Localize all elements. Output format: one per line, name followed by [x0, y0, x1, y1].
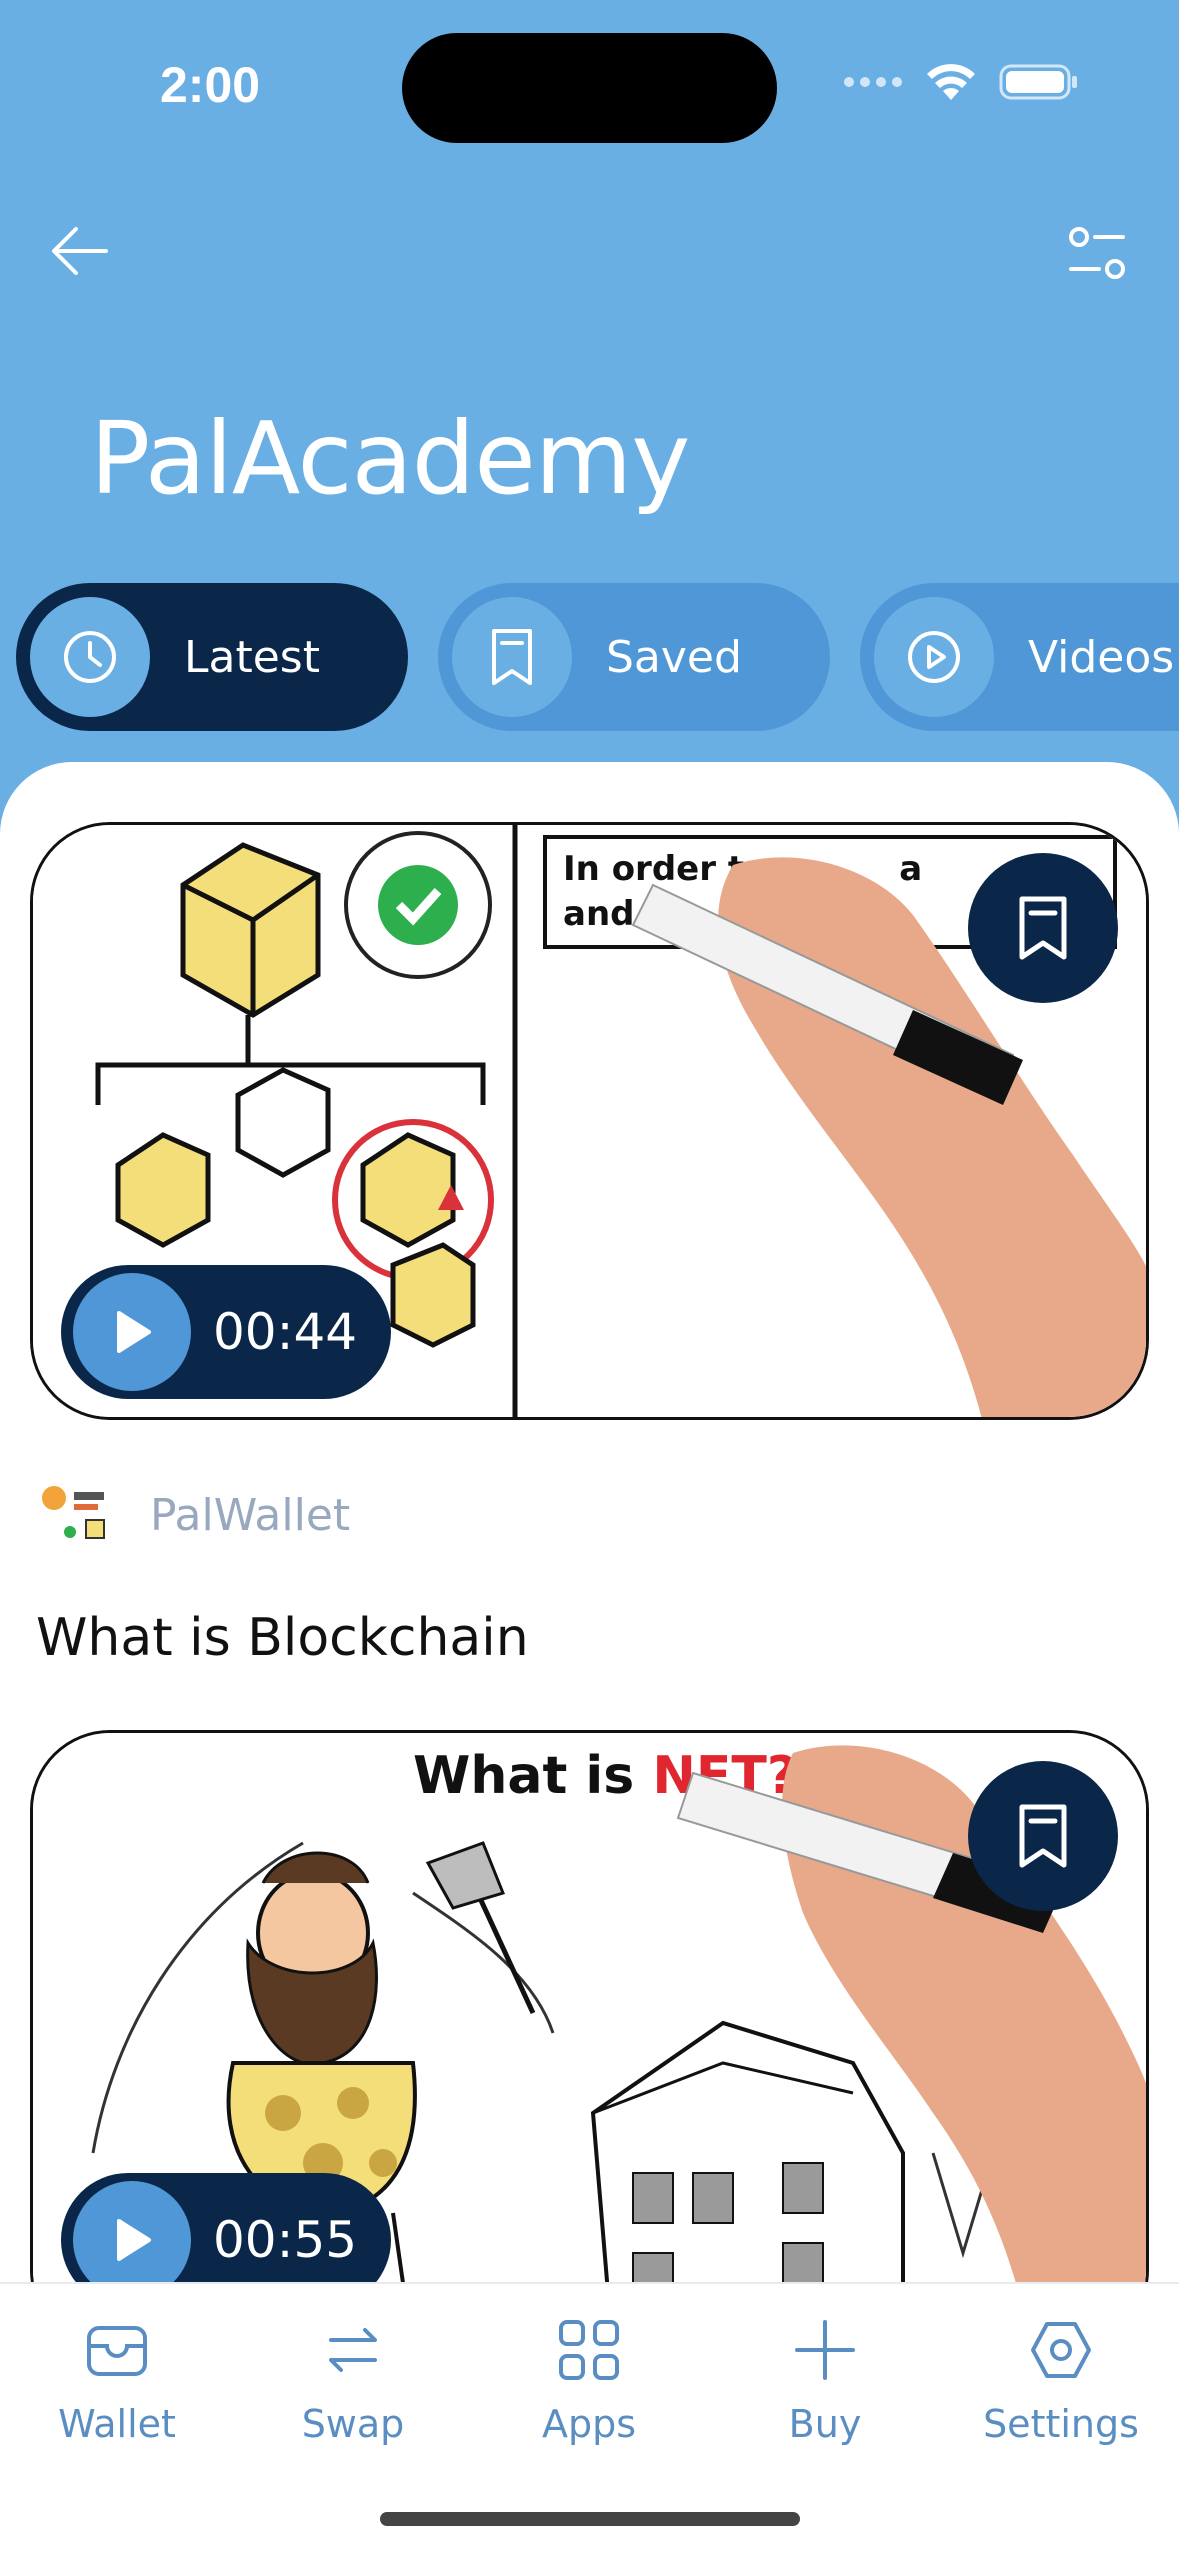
play-button[interactable]: 00:44: [61, 1265, 391, 1399]
author-name: PalWallet: [150, 1489, 351, 1541]
nav-label: Buy: [788, 2402, 862, 2446]
tab-icon-wrap: [874, 597, 994, 717]
nav-item-settings[interactable]: Settings: [961, 2318, 1161, 2446]
play-icon: [117, 1311, 151, 1353]
video-duration: 00:55: [213, 2211, 358, 2269]
swap-icon: [329, 2328, 377, 2372]
nav-label: Settings: [983, 2402, 1139, 2446]
author-avatar-image: [30, 1470, 120, 1560]
bookmark-icon: [1019, 1804, 1067, 1868]
bookmark-button[interactable]: [968, 853, 1118, 1003]
content-area: In order to a and 00:44 PalWallet What i…: [0, 762, 1179, 2282]
video-duration: 00:44: [213, 1303, 358, 1361]
nav-item-swap[interactable]: Swap: [253, 2318, 453, 2446]
arrow-left-icon: [52, 227, 108, 275]
sliders-icon: [1069, 227, 1125, 279]
tab-latest[interactable]: Latest: [16, 583, 408, 731]
home-indicator: [380, 2512, 800, 2526]
filter-button[interactable]: [1067, 225, 1127, 281]
play-icon: [117, 2219, 151, 2261]
nav-label: Apps: [541, 2402, 637, 2446]
dynamic-island: [402, 33, 777, 143]
back-button[interactable]: [50, 225, 110, 277]
plus-icon: [795, 2320, 855, 2380]
tab-icon-wrap: [452, 597, 572, 717]
tab-label: Videos: [1028, 631, 1175, 683]
wallet-icon: [87, 2326, 147, 2376]
tab-label: Saved: [606, 631, 742, 683]
apps-grid-icon: [559, 2320, 619, 2380]
bookmark-icon: [492, 629, 532, 685]
tab-saved[interactable]: Saved: [438, 583, 830, 731]
settings-hexagon-icon: [1031, 2322, 1091, 2378]
wifi-icon: [927, 64, 975, 100]
play-circle-icon: [908, 631, 960, 683]
signal-icon: [844, 77, 902, 87]
category-tabs: Latest Saved Videos: [16, 583, 1179, 731]
video-card-thumbnail[interactable]: What is NFT? 00:55: [30, 1730, 1149, 2282]
svg-text:and: and: [563, 894, 635, 934]
tab-videos[interactable]: Videos: [860, 583, 1179, 731]
tab-label: Latest: [184, 631, 320, 683]
bookmark-icon: [1019, 896, 1067, 960]
status-icons: [843, 62, 1079, 102]
battery-icon: [999, 64, 1077, 100]
nav-label: Swap: [301, 2402, 405, 2446]
nav-label: Wallet: [58, 2402, 176, 2446]
nav-item-apps[interactable]: Apps: [489, 2318, 689, 2446]
author-row: PalWallet: [30, 1470, 350, 1560]
nav-item-buy[interactable]: Buy: [725, 2318, 925, 2446]
video-title[interactable]: What is Blockchain: [36, 1608, 529, 1668]
avatar: [30, 1470, 120, 1560]
clock-icon: [64, 631, 116, 683]
tab-icon-wrap: [30, 597, 150, 717]
page-title: PalAcademy: [90, 400, 690, 517]
play-circle: [73, 1273, 191, 1391]
status-time: 2:00: [160, 57, 261, 113]
bookmark-button[interactable]: [968, 1761, 1118, 1911]
play-circle: [73, 2181, 191, 2282]
status-bar: 2:00: [0, 0, 1179, 170]
video-card-thumbnail[interactable]: In order to a and 00:44: [30, 822, 1149, 1420]
play-button[interactable]: 00:55: [61, 2173, 391, 2282]
nav-item-wallet[interactable]: Wallet: [17, 2318, 217, 2446]
